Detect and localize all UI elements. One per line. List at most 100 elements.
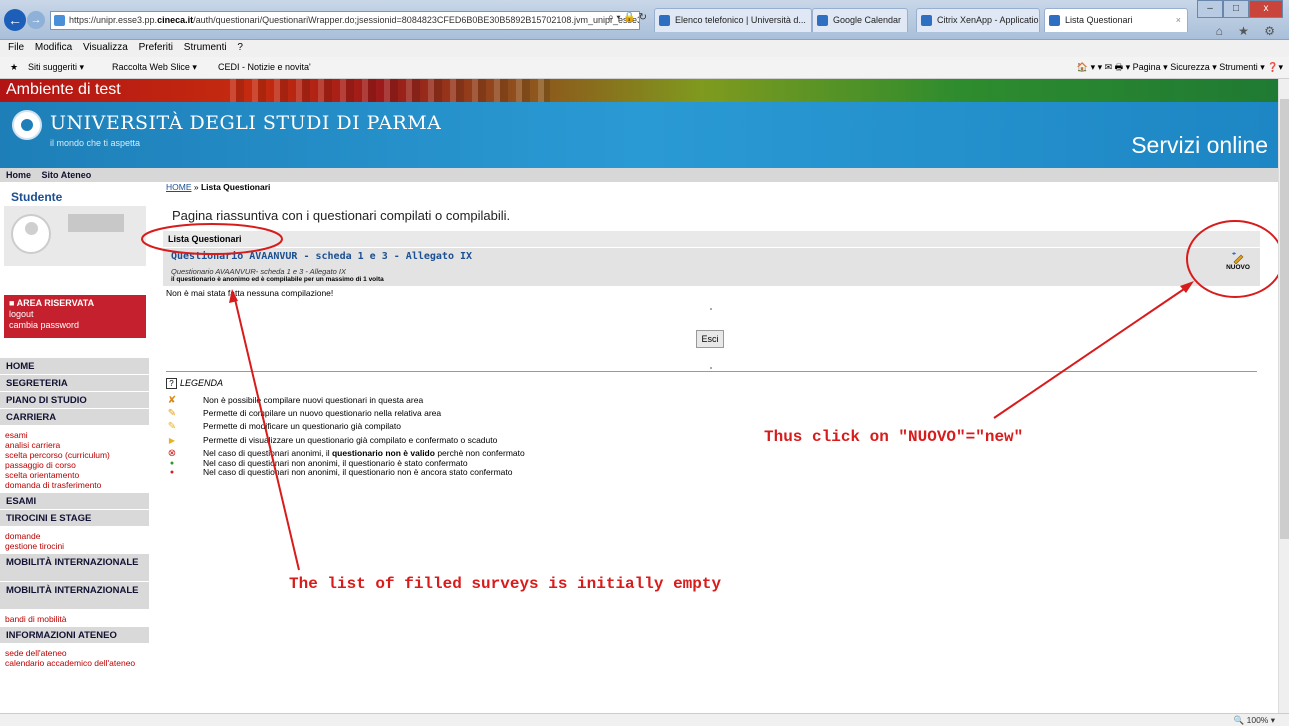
page-title: Pagina riassuntiva con i questionari com… [172,208,511,223]
submenu-scelta-percorso[interactable]: scelta percorso (curriculum) [5,450,149,460]
site-favicon-icon [54,15,65,26]
university-header: UNIVERSITÀ DEGLI STUDI DI PARMA il mondo… [0,102,1278,168]
tab-favicon-icon [921,15,932,26]
browser-titlebar: ← → https://unipr.esse3.pp.cineca.it/aut… [0,0,1289,40]
nuovo-button[interactable]: NUOVO [1223,252,1253,271]
esci-button[interactable]: Esci [696,330,724,348]
sidebar-item-informazioni-ateneo[interactable]: INFORMAZIONI ATENEO [0,627,149,644]
back-button[interactable]: ← [4,9,26,31]
sidebar-item-mobilita-1[interactable]: MOBILITÀ INTERNAZIONALE [0,554,149,582]
vertical-scrollbar[interactable] [1278,79,1289,713]
menu-file[interactable]: File [8,42,24,53]
tab-lista-questionari[interactable]: Lista Questionari × [1044,8,1188,32]
submenu-scelta-orientamento[interactable]: scelta orientamento [5,470,149,480]
questionnaire-title-link[interactable]: Questionario AVAANVUR - scheda 1 e 3 - A… [171,251,472,262]
servizi-online-title: Servizi online [1131,132,1268,158]
submenu-calendario-accademico[interactable]: calendario accademico dell'ateneo [5,658,149,668]
tab-label: Elenco telefonico | Università d... [675,15,806,25]
university-name[interactable]: UNIVERSITÀ DEGLI STUDI DI PARMA [50,112,441,134]
sidebar-item-tirocini-stage[interactable]: TIROCINI E STAGE [0,510,149,527]
annotation-click-nuovo: Thus click on "NUOVO"="new" [764,428,1024,446]
logout-link[interactable]: logout [9,309,141,320]
tab-elenco[interactable]: Elenco telefonico | Università d... [654,8,812,32]
submenu-analisi-carriera[interactable]: analisi carriera [5,440,149,450]
user-name-placeholder [68,214,124,232]
scrollbar-thumb[interactable] [1280,99,1289,539]
address-tools[interactable]: ⌕ ▾ 🔒 ↻ [608,12,647,23]
sidebar-item-mobilita-2[interactable]: MOBILITÀ INTERNAZIONALE [0,582,149,610]
url-rest: /auth/questionari/QuestionariWrapper.do;… [193,15,640,25]
screen: ← → https://unipr.esse3.pp.cineca.it/aut… [0,0,1289,726]
top-navigation: Home Sito Ateneo [0,168,1278,182]
legend-text: Nel caso di questionari non anonimi, il … [203,467,513,477]
fav-siti-suggeriti[interactable]: Siti suggeriti ▾ [28,57,84,78]
red-dot-icon: ● [169,469,175,476]
fav-web-slice[interactable]: Raccolta Web Slice ▾ [112,57,197,78]
submenu-passaggio-di-corso[interactable]: passaggio di corso [5,460,149,470]
university-seal-icon[interactable] [12,110,42,140]
sidebar-item-piano-di-studio[interactable]: PIANO DI STUDIO [0,392,149,409]
address-bar[interactable]: https://unipr.esse3.pp.cineca.it/auth/qu… [50,11,640,30]
window-controls: – □ x [1197,0,1283,18]
command-bar[interactable]: 🏠 ▾ ▾ ✉ 🖶 ▾ Pagina ▾ Sicurezza ▾ Strumen… [1077,57,1283,78]
tab-google-calendar[interactable]: Google Calendar [812,8,908,32]
status-bar: 🔍 100% ▾ [0,713,1289,726]
breadcrumb: HOME » Lista Questionari [166,182,270,192]
menu-strumenti[interactable]: Strumenti [184,42,227,53]
legend-divider [166,371,1257,372]
new-questionnaire-icon [1232,252,1244,264]
area-riservata-title: ■ AREA RISERVATA [9,298,95,308]
breadcrumb-current: Lista Questionari [200,182,271,192]
tab-favicon-icon [1049,15,1060,26]
legend-text-pre: Nel caso di questionari anonimi, il [203,448,332,458]
breadcrumb-separator: » [191,182,201,192]
tab-close-icon[interactable]: × [1176,9,1181,31]
topnav-sito-ateneo[interactable]: Sito Ateneo [42,170,92,180]
favorites-star-icon: ★ [10,62,19,72]
submenu-sede-ateneo[interactable]: sede dell'ateneo [5,648,149,658]
sidebar-item-segreteria[interactable]: SEGRETERIA [0,375,149,392]
minimize-button[interactable]: – [1197,0,1223,18]
sidebar-title: Studente [11,190,63,204]
sidebar-item-carriera[interactable]: CARRIERA [0,409,149,426]
menu-visualizza[interactable]: Visualizza [83,42,128,53]
topnav-home[interactable]: Home [6,170,31,180]
submenu-esami[interactable]: esami [5,430,149,440]
cross-pencil-icon: ✘ [167,395,177,406]
questionnaire-note: il questionario è anonimo ed è compilabi… [171,276,384,283]
legend-text: Nel caso di questionari anonimi, il ques… [203,448,525,458]
avatar [11,214,51,254]
maximize-button[interactable]: □ [1223,0,1249,18]
submenu-domanda-trasferimento[interactable]: domanda di trasferimento [5,480,149,490]
fav-cedi[interactable]: CEDI - Notizie e novita' [218,57,311,78]
submenu-bandi-mobilita[interactable]: bandi di mobilità [5,614,149,624]
menu-preferiti[interactable]: Preferiti [139,42,173,53]
no-compilations-message: Non è mai stata fatta nessuna compilazio… [166,288,334,298]
legend-text-bold: questionario non è valido [331,448,435,458]
breadcrumb-home-link[interactable]: HOME [166,182,192,192]
submenu-gestione-tirocini[interactable]: gestione tirocini [5,541,149,551]
cambia-password-link[interactable]: cambia password [9,320,141,331]
forward-button[interactable]: → [27,11,45,29]
mobilita-submenu: bandi di mobilità [0,610,149,627]
legend-text-post: perchè non confermato [434,448,525,458]
sidebar-item-esami[interactable]: ESAMI [0,493,149,510]
menu-modifica[interactable]: Modifica [35,42,72,53]
tirocini-submenu: domande gestione tirocini [0,527,149,554]
help-icon: ? [166,378,177,389]
home-star-gear-icons[interactable]: ⌂ ★ ⚙ [1216,24,1281,38]
menu-help[interactable]: ? [237,42,243,53]
legend-text: Permette di compilare un nuovo questiona… [203,408,442,418]
close-window-button[interactable]: x [1249,0,1283,18]
zoom-level[interactable]: 🔍 100% ▾ [1234,714,1275,726]
url-domain: cineca.it [157,15,194,25]
tab-label: Google Calendar [833,15,902,25]
tab-citrix[interactable]: Citrix XenApp - Applications [916,8,1040,32]
annotation-empty-list: The list of filled surveys is initially … [289,575,722,593]
submenu-domande[interactable]: domande [5,531,149,541]
legend-text: Permette di visualizzare un questionario… [203,435,498,445]
sidebar-item-home[interactable]: HOME [0,358,149,375]
user-card [4,206,146,266]
band-decoration [230,79,550,102]
sidebar-menu: HOME SEGRETERIA PIANO DI STUDIO CARRIERA… [0,358,149,668]
